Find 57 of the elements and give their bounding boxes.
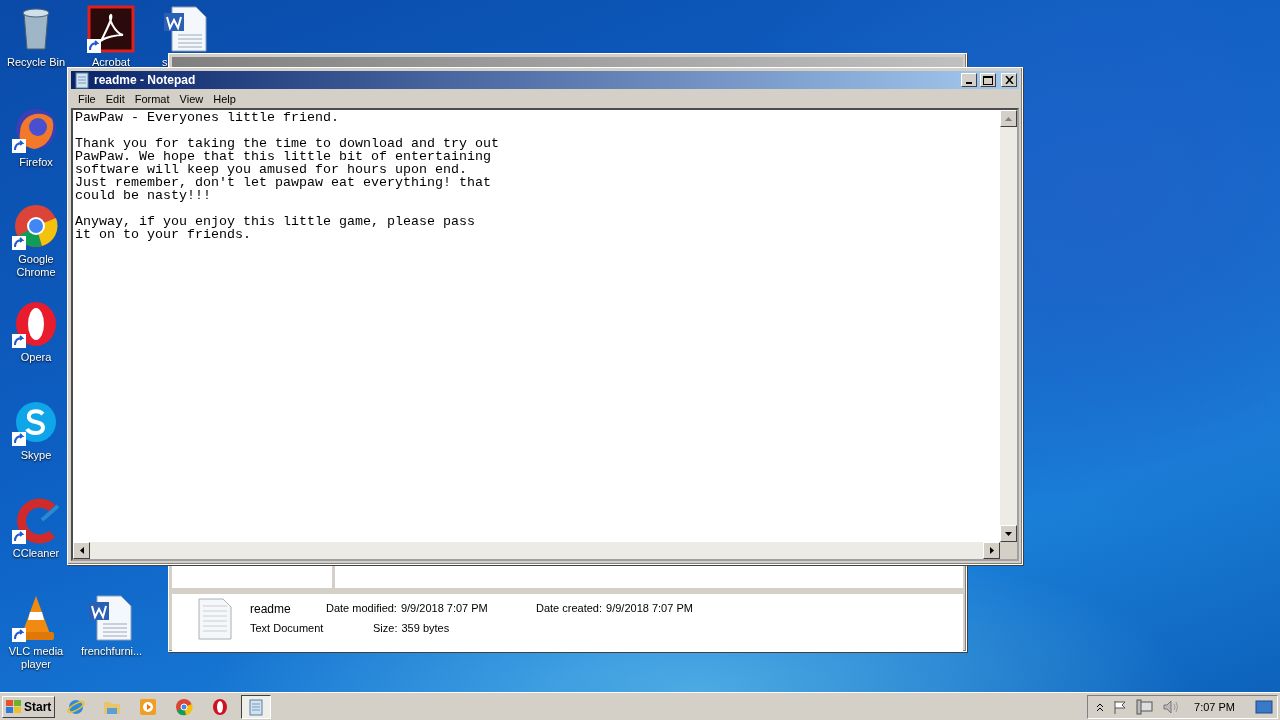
desktop-icon-label[interactable]: VLC media player	[6, 645, 66, 671]
field-label: Date modified:	[326, 602, 397, 616]
desktop-icon-label[interactable]: Skype	[20, 449, 52, 462]
start-button[interactable]: Start	[2, 695, 56, 718]
maximize-icon	[983, 75, 993, 85]
notepad-icon	[247, 697, 266, 716]
desktop-icon-label[interactable]: Recycle Bin	[6, 56, 66, 69]
text-file-icon	[198, 598, 232, 640]
menu-item[interactable]: View	[174, 92, 209, 105]
left-arrow-icon	[79, 547, 84, 554]
desktop-icon-label[interactable]: CCleaner	[12, 547, 60, 560]
field-label: Size:	[373, 622, 398, 634]
network-icon[interactable]	[1136, 698, 1155, 715]
scroll-down-button[interactable]	[1000, 525, 1017, 542]
desktop-icon-label[interactable]: s	[162, 56, 168, 69]
down-arrow-icon	[1005, 531, 1012, 536]
field-value: 9/9/2018 7:07 PM	[606, 602, 693, 616]
scroll-up-button[interactable]	[1000, 110, 1017, 127]
scroll-right-button[interactable]	[983, 542, 1000, 559]
menu-item[interactable]: Edit	[100, 92, 130, 105]
internet-explorer-icon	[67, 697, 86, 716]
chevron-up-icon[interactable]	[1096, 701, 1105, 712]
window-title: readme - Notepad	[94, 73, 197, 87]
file-name: readme	[250, 602, 292, 616]
acrobat-icon	[87, 5, 135, 53]
desktop-icon-label[interactable]: Acrobat	[92, 56, 130, 69]
chrome-icon	[12, 202, 60, 250]
speaker-icon[interactable]	[1162, 698, 1181, 715]
vertical-scrollbar[interactable]	[1000, 110, 1017, 542]
right-arrow-icon	[989, 547, 994, 554]
notepad-icon	[73, 71, 91, 89]
field-value: 359 bytes	[401, 622, 450, 634]
desktop-icon-label[interactable]: Firefox	[19, 156, 53, 169]
windows-logo-icon	[6, 699, 22, 714]
resize-grip[interactable]	[1000, 542, 1017, 559]
menu-item[interactable]: Format	[129, 92, 175, 105]
media-player-icon	[139, 697, 158, 716]
field-value: 9/9/2018 7:07 PM	[400, 602, 488, 616]
opera-icon	[211, 697, 230, 716]
chrome-icon	[175, 697, 194, 716]
horizontal-scrollbar[interactable]	[73, 542, 1000, 559]
file-type: Text Document	[250, 622, 325, 634]
maximize-button[interactable]	[980, 73, 996, 87]
up-arrow-icon	[1005, 116, 1012, 121]
desktop-icon-label[interactable]: frenchfurni...	[81, 645, 141, 658]
menu-item[interactable]: Help	[208, 92, 241, 105]
taskbar-button[interactable]	[241, 694, 272, 719]
close-icon	[1004, 76, 1014, 84]
show-desktop-icon[interactable]	[1255, 699, 1273, 714]
scroll-left-button[interactable]	[73, 542, 90, 559]
desktop-icon-label[interactable]: Opera	[20, 351, 52, 364]
menu-item[interactable]: File	[73, 92, 101, 105]
desktop-icon-label[interactable]: Google Chrome	[6, 253, 66, 279]
field-label: Date created:	[536, 602, 603, 616]
minimize-button[interactable]	[961, 73, 977, 87]
clock[interactable]: 7:07 PM	[1194, 700, 1235, 713]
close-button[interactable]	[1001, 73, 1017, 87]
